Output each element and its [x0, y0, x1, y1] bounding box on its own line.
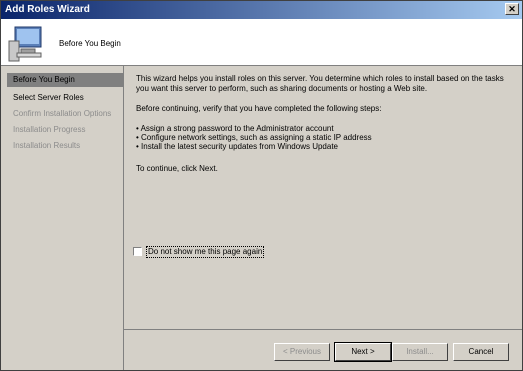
- next-button[interactable]: Next >: [334, 342, 392, 362]
- page-title: Before You Begin: [59, 39, 121, 48]
- wizard-window: Add Roles Wizard ✕ Before You Begin Befo…: [0, 0, 523, 371]
- sidebar-item-confirm-installation-options: Confirm Installation Options: [13, 109, 112, 118]
- dont-show-again-label[interactable]: Do not show me this page again: [146, 246, 265, 258]
- wizard-content: This wizard helps you install roles on t…: [124, 66, 522, 329]
- steps-list: • Assign a strong password to the Admini…: [136, 124, 372, 151]
- window-title: Add Roles Wizard: [5, 4, 90, 15]
- sidebar-item-installation-progress: Installation Progress: [13, 125, 86, 134]
- install-button[interactable]: Install...: [392, 343, 448, 361]
- cancel-button[interactable]: Cancel: [453, 343, 509, 361]
- wizard-steps-sidebar: Before You Begin Select Server Roles Con…: [1, 66, 124, 370]
- sidebar-item-before-you-begin[interactable]: Before You Begin: [7, 73, 123, 87]
- close-button[interactable]: ✕: [505, 3, 519, 15]
- intro-text: This wizard helps you install roles on t…: [136, 74, 504, 93]
- list-item: • Configure network settings, such as as…: [136, 133, 372, 142]
- sidebar-item-select-server-roles[interactable]: Select Server Roles: [7, 91, 123, 105]
- dont-show-again-checkbox[interactable]: [133, 247, 142, 256]
- server-computer-icon: [8, 26, 42, 62]
- wizard-header: Before You Begin: [1, 19, 522, 66]
- continue-text: To continue, click Next.: [136, 164, 218, 173]
- list-item: • Assign a strong password to the Admini…: [136, 124, 334, 133]
- wizard-footer: < Previous Next > Install... Cancel: [124, 329, 522, 371]
- sidebar-item-installation-results: Installation Results: [13, 141, 81, 150]
- previous-button[interactable]: < Previous: [274, 343, 330, 361]
- title-bar[interactable]: Add Roles Wizard ✕: [1, 1, 522, 19]
- before-continuing-text: Before continuing, verify that you have …: [136, 104, 382, 113]
- close-icon: ✕: [508, 4, 516, 14]
- list-item: • Install the latest security updates fr…: [136, 142, 339, 151]
